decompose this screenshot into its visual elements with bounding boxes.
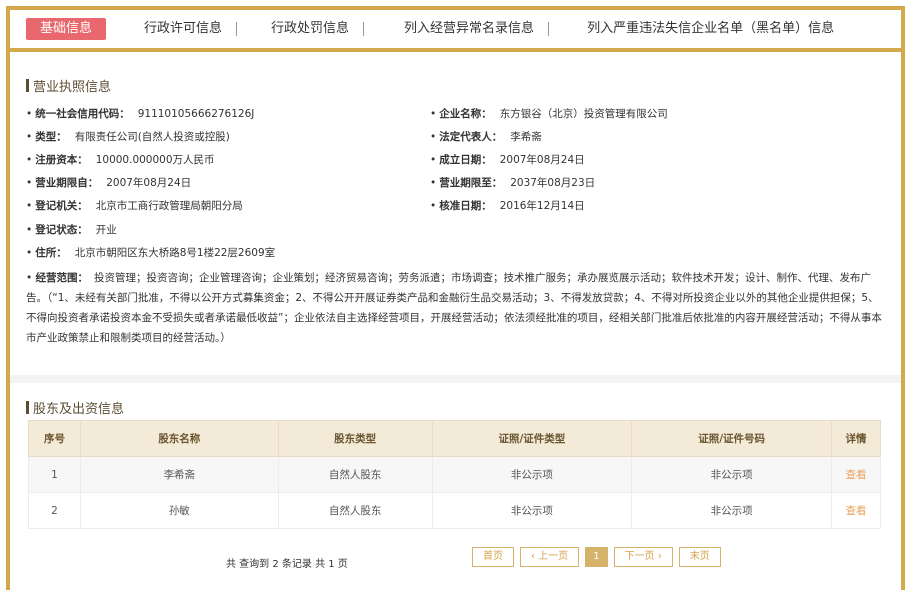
cell-type: 自然人股东 bbox=[277, 456, 433, 493]
license-title-text: 营业执照信息 bbox=[33, 80, 112, 95]
field-status: • 登记状态： 开业 bbox=[26, 224, 117, 236]
title-bar-marker bbox=[26, 79, 29, 92]
prev-page-button[interactable]: ‹ 上一页 bbox=[520, 547, 580, 567]
col-header-cert-no: 证照/证件号码 bbox=[631, 420, 832, 457]
field-approve-date: • 核准日期： 2016年12月14日 bbox=[430, 200, 585, 212]
cell-cert-no: 非公示项 bbox=[631, 492, 832, 529]
shareholders-section-title: 股东及出资信息 bbox=[26, 398, 124, 417]
tab-basic-info[interactable]: 基础信息 bbox=[26, 18, 107, 40]
field-est-date: • 成立日期： 2007年08月24日 bbox=[430, 154, 585, 166]
table-row: 2 孙敏 自然人股东 非公示项 非公示项 查看 bbox=[28, 492, 881, 529]
cell-cert-no: 非公示项 bbox=[631, 456, 832, 493]
pager-summary: 共 查询到 2 条记录 共 1 页 bbox=[226, 559, 348, 570]
pagination: 首页 ‹ 上一页 1 下一页 › 末页 bbox=[472, 547, 727, 567]
field-term-to: • 营业期限至： 2037年08月23日 bbox=[430, 177, 596, 189]
field-credit-code: • 统一社会信用代码： 91110105666276126J bbox=[26, 108, 255, 120]
cell-detail: 查看 bbox=[831, 456, 881, 493]
tab-admin-license[interactable]: 行政许可信息 bbox=[130, 18, 236, 40]
tab-bar: 基础信息 行政许可信息 行政处罚信息 列入经营异常名录信息 列入严重违法失信企业… bbox=[10, 10, 901, 52]
current-page-button[interactable]: 1 bbox=[585, 547, 608, 567]
col-header-cert-type: 证照/证件类型 bbox=[431, 420, 633, 457]
col-header-index: 序号 bbox=[28, 420, 81, 457]
view-detail-link[interactable]: 查看 bbox=[846, 469, 867, 481]
shareholders-table: 序号 股东名称 股东类型 证照/证件类型 证照/证件号码 详情 1 李希斋 自然… bbox=[28, 420, 881, 529]
field-legal-rep: • 法定代表人： 李希斋 bbox=[430, 131, 542, 143]
field-term-from: • 营业期限自： 2007年08月24日 bbox=[26, 177, 192, 189]
col-header-detail: 详情 bbox=[831, 420, 881, 457]
tab-separator bbox=[236, 22, 238, 36]
cell-type: 自然人股东 bbox=[277, 492, 433, 529]
field-authority: • 登记机关： 北京市工商行政管理局朝阳分局 bbox=[26, 200, 243, 212]
cell-index: 1 bbox=[28, 456, 81, 493]
field-business-scope: • 经营范围： 投资管理；投资咨询；企业管理咨询；企业策划；经济贸易咨询；劳务派遣… bbox=[26, 272, 882, 344]
field-company-name: • 企业名称： 东方银谷（北京）投资管理有限公司 bbox=[430, 108, 668, 120]
col-header-type: 股东类型 bbox=[277, 420, 433, 457]
tab-separator bbox=[548, 22, 550, 36]
cell-cert-type: 非公示项 bbox=[431, 456, 633, 493]
last-page-button[interactable]: 末页 bbox=[678, 547, 721, 567]
table-header-row: 序号 股东名称 股东类型 证照/证件类型 证照/证件号码 详情 bbox=[28, 420, 881, 457]
tab-blacklist[interactable]: 列入严重违法失信企业名单（黑名单）信息 bbox=[573, 18, 848, 40]
content-frame: 基础信息 行政许可信息 行政处罚信息 列入经营异常名录信息 列入严重违法失信企业… bbox=[6, 6, 905, 590]
shareholders-title-text: 股东及出资信息 bbox=[33, 402, 125, 417]
cell-cert-type: 非公示项 bbox=[431, 492, 633, 529]
field-type: • 类型： 有限责任公司(自然人投资或控股) bbox=[26, 131, 230, 143]
section-divider bbox=[10, 375, 901, 383]
view-detail-link[interactable]: 查看 bbox=[846, 505, 867, 517]
table-row: 1 李希斋 自然人股东 非公示项 非公示项 查看 bbox=[28, 456, 881, 493]
tab-admin-penalty[interactable]: 行政处罚信息 bbox=[257, 18, 363, 40]
title-bar-marker bbox=[26, 401, 29, 414]
cell-name: 李希斋 bbox=[79, 456, 279, 493]
field-address: • 住所： 北京市朝阳区东大桥路8号1楼22层2609室 bbox=[26, 247, 276, 259]
tab-separator bbox=[363, 22, 365, 36]
cell-detail: 查看 bbox=[831, 492, 881, 529]
field-reg-capital: • 注册资本： 10000.000000万人民币 bbox=[26, 154, 215, 166]
cell-name: 孙敏 bbox=[79, 492, 279, 529]
col-header-name: 股东名称 bbox=[79, 420, 279, 457]
license-section-title: 营业执照信息 bbox=[26, 76, 111, 95]
tab-abnormal-list[interactable]: 列入经营异常名录信息 bbox=[390, 18, 548, 40]
next-page-button[interactable]: 下一页 › bbox=[613, 547, 673, 567]
cell-index: 2 bbox=[28, 492, 81, 529]
first-page-button[interactable]: 首页 bbox=[472, 547, 514, 567]
